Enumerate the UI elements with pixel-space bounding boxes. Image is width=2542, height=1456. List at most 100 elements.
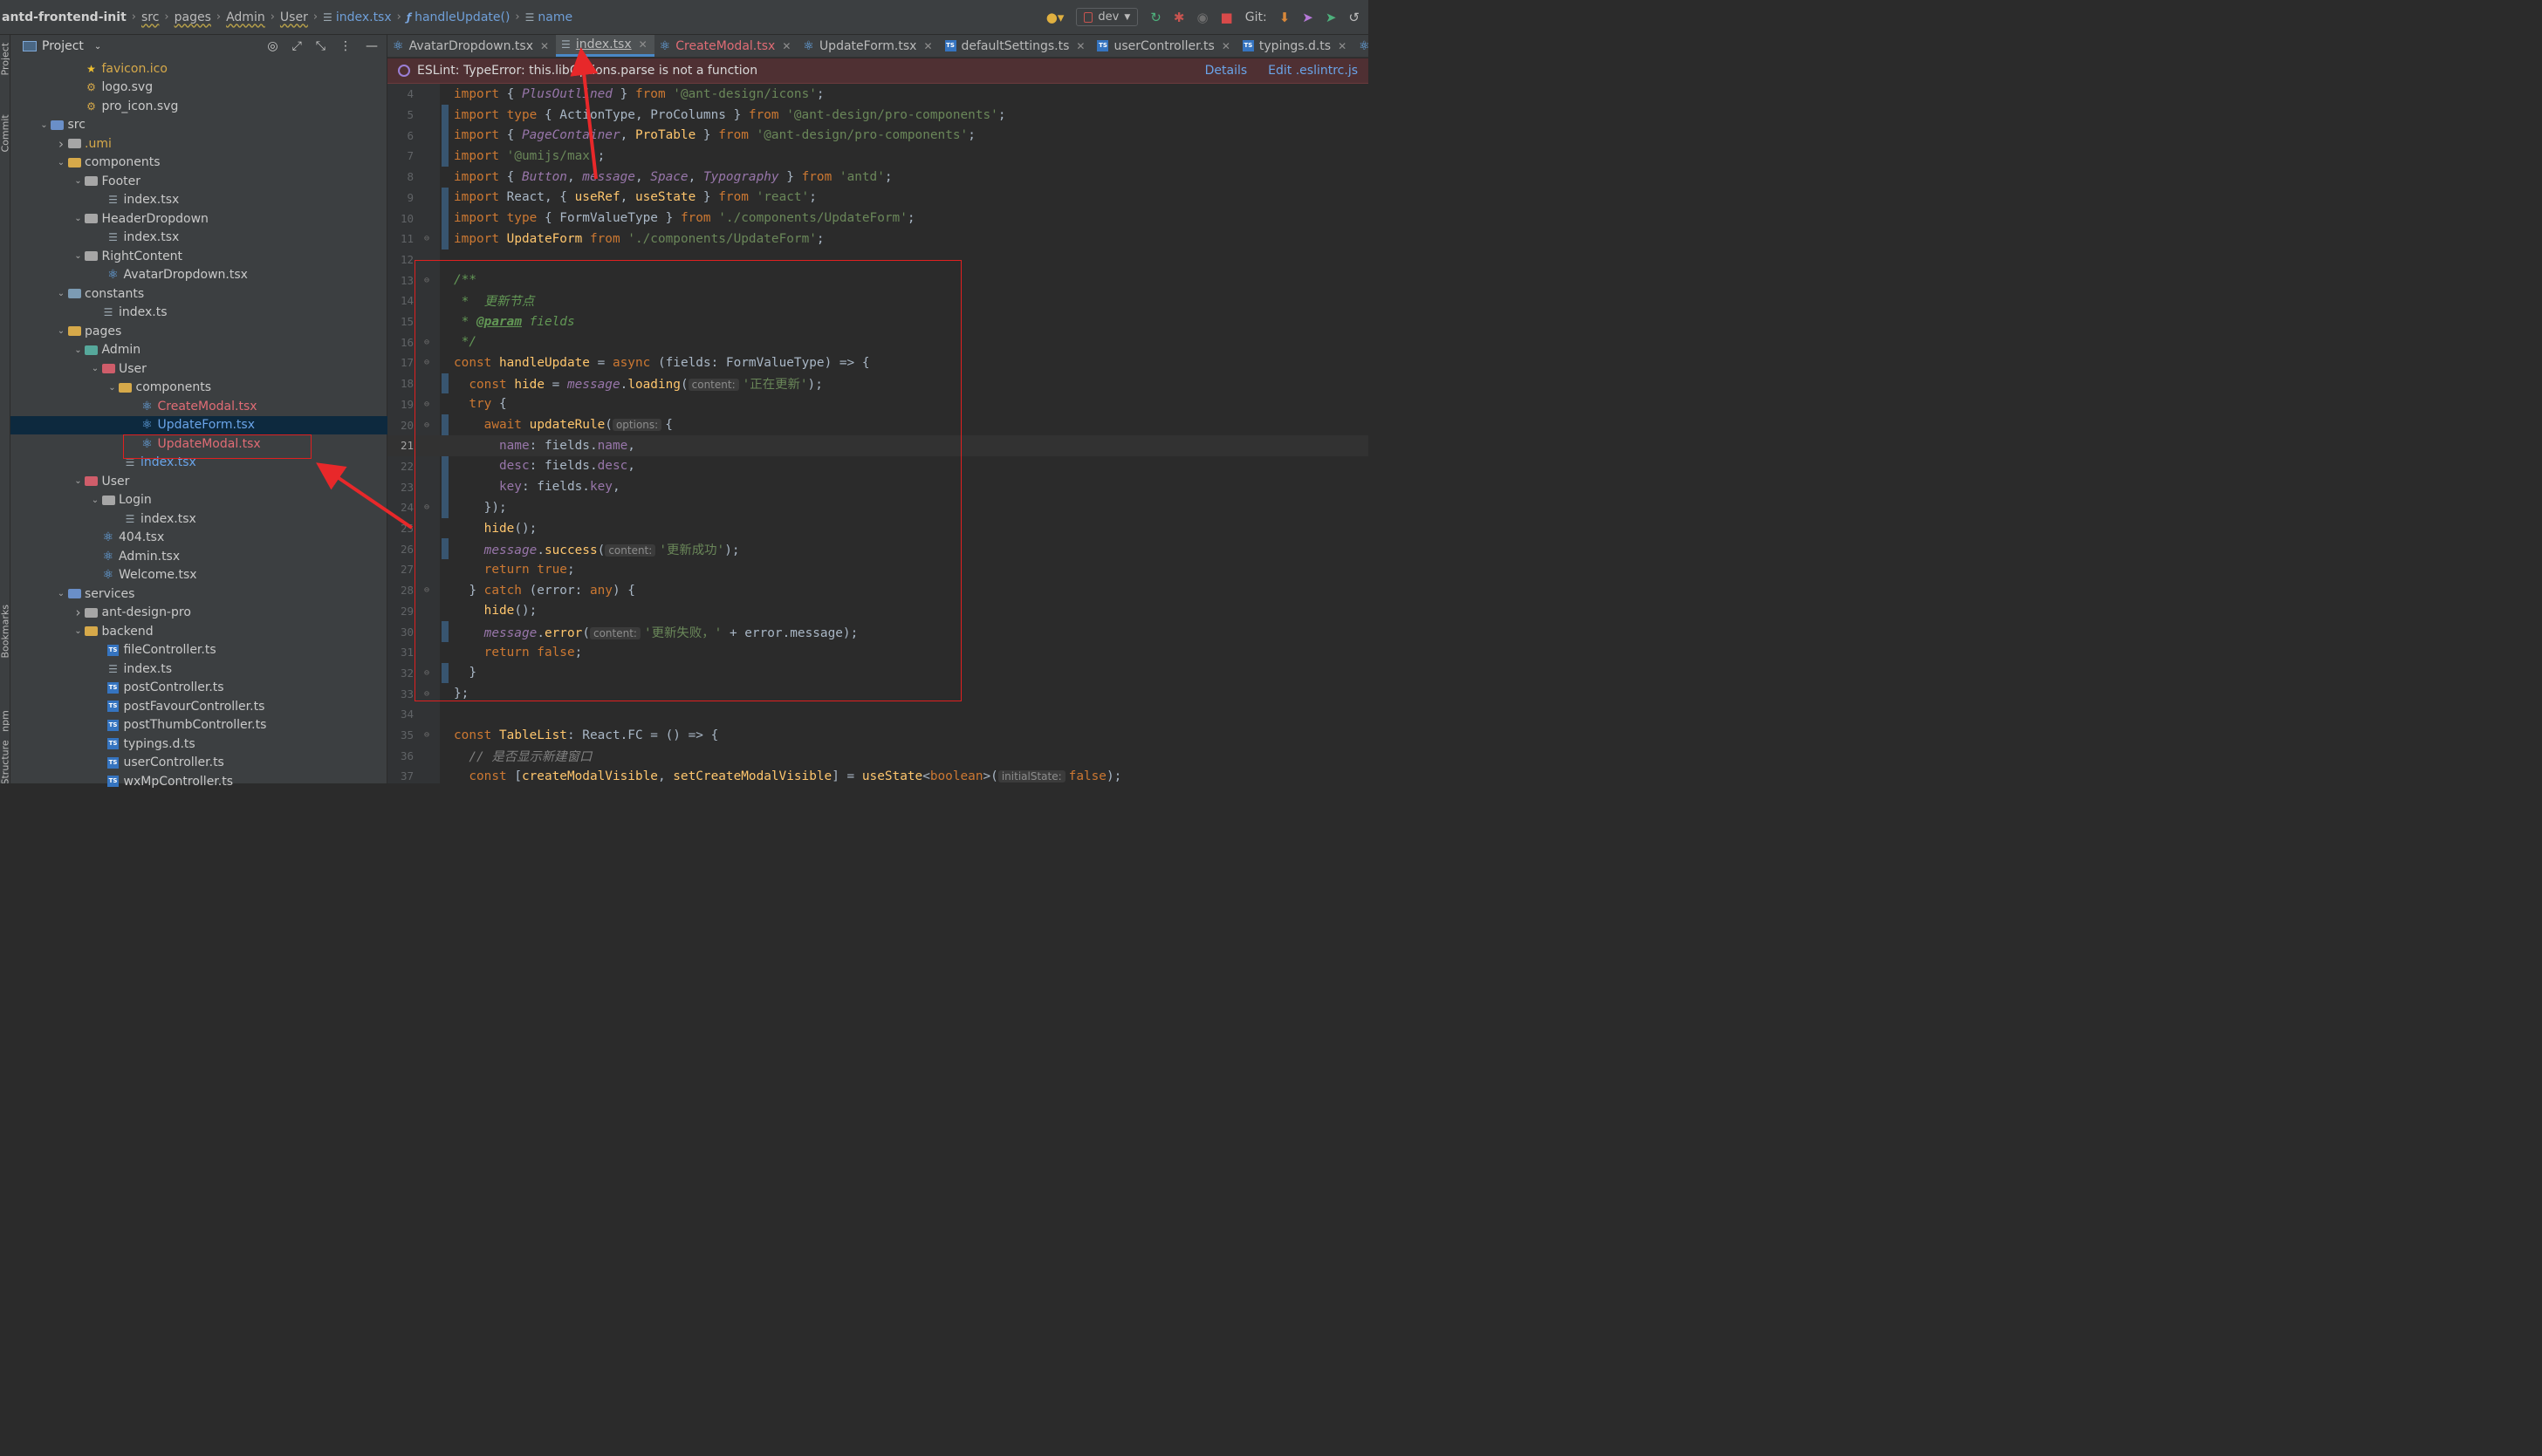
breadcrumb-item[interactable]: pages [175,10,211,24]
chevron-down-icon[interactable]: ⌄ [72,345,85,355]
chevron-right-icon[interactable]: › [72,605,85,620]
tree-item[interactable]: ⚛ AvatarDropdown.tsx [10,266,387,285]
tree-item[interactable]: › ant-design-pro [10,604,387,623]
chevron-right-icon[interactable]: › [55,136,67,152]
chevron-down-icon[interactable]: ⌄ [89,364,101,373]
code-line[interactable]: 5 import type { ActionType, ProColumns } … [387,105,1368,126]
git-push-icon[interactable]: ➤ [1326,10,1337,25]
tree-item[interactable]: ⌄ services [10,584,387,604]
editor-tab[interactable]: ☰ index.tsx ✕ [556,35,654,57]
tree-item[interactable]: TS postController.ts [10,679,387,698]
chevron-down-icon[interactable]: ⌄ [89,496,101,505]
code-line[interactable]: 10 import type { FormValueType } from './… [387,208,1368,229]
tree-item[interactable]: ⌄ User [10,472,387,491]
chevron-down-icon[interactable]: ⌄ [106,383,119,393]
tree-item[interactable]: ⌄ pages [10,322,387,341]
edit-eslintrc-link[interactable]: Edit .eslintrc.js [1268,64,1358,78]
run-configuration-select[interactable]: dev ▼ [1076,8,1139,26]
code-line[interactable]: 37 const [createModalVisible, setCreateM… [387,766,1368,787]
tree-item[interactable]: ⌄ Footer [10,172,387,191]
tree-item[interactable]: ⚙ logo.svg [10,79,387,98]
code-line[interactable]: 8 import { Button, message, Space, Typogr… [387,167,1368,188]
code-line[interactable]: 6 import { PageContainer, ProTable } from… [387,125,1368,146]
expand-icon[interactable]: ⤢ [292,39,302,53]
close-icon[interactable]: ✕ [782,40,791,52]
code-line[interactable]: 35 ⊖ const TableList: React.FC = () => { [387,725,1368,746]
git-update-icon[interactable]: ⬇ [1279,10,1291,25]
tree-item[interactable]: ⚛ 404.tsx [10,529,387,548]
locate-icon[interactable]: ◎ [267,39,277,53]
editor-tab[interactable]: TS typings.d.ts ✕ [1237,35,1353,57]
close-icon[interactable]: ✕ [923,40,932,52]
chevron-down-icon[interactable]: ⌄ [72,476,85,486]
tree-item[interactable]: ★ favicon.ico [10,59,387,79]
chevron-down-icon[interactable]: ⌄ [72,251,85,261]
tree-item[interactable]: ☰ index.tsx [10,229,387,248]
editor-tab[interactable]: ⚛UpdateMo [1353,35,1368,57]
code-line[interactable]: 9 import React, { useRef, useState } from… [387,188,1368,208]
collapse-icon[interactable]: ⤡ [316,39,325,53]
chevron-down-icon[interactable]: ⌄ [55,158,67,167]
rerun-icon[interactable]: ↻ [1150,10,1161,25]
tree-item[interactable]: TS fileController.ts [10,641,387,660]
tree-item[interactable]: ☰ index.ts [10,660,387,679]
chevron-down-icon[interactable]: ⌄ [72,214,85,223]
tree-item[interactable]: ⚛ Welcome.tsx [10,566,387,585]
strip-npm[interactable]: npm [0,706,10,737]
tree-item[interactable]: ⌄ src [10,116,387,135]
tree-item[interactable]: ⚛ CreateModal.tsx [10,397,387,416]
tree-item[interactable]: › .umi [10,134,387,154]
strip-structure[interactable]: Structure [0,740,10,783]
strip-commit[interactable]: Commit [0,114,10,152]
breadcrumb-item[interactable]: index.tsx [336,10,392,24]
history-icon[interactable]: ↺ [1348,10,1360,25]
close-icon[interactable]: ✕ [1338,40,1346,52]
chevron-down-icon[interactable]: ⌄ [55,589,67,598]
tree-item[interactable]: ☰ index.ts [10,304,387,323]
coverage-icon[interactable]: ◉ [1196,10,1208,25]
chevron-down-icon[interactable]: ⌄ [94,42,101,51]
options-icon[interactable]: ⋮ [339,39,352,53]
tree-item[interactable]: TS postThumbController.ts [10,716,387,735]
editor-tab[interactable]: ⚛ CreateModal.tsx ✕ [654,35,798,57]
stop-icon[interactable]: ■ [1221,10,1233,25]
tree-item[interactable]: ⌄ Admin [10,341,387,360]
breadcrumb-item[interactable]: User [280,10,308,24]
chevron-down-icon[interactable]: ⌄ [72,626,85,636]
tree-item[interactable]: ⌄ constants [10,284,387,304]
tree-item[interactable]: TS wxMpController.ts [10,772,387,791]
project-title[interactable]: Project [42,39,84,53]
tree-item[interactable]: ☰ index.tsx [10,191,387,210]
fold-icon[interactable]: ⊖ [414,234,440,243]
editor-tab[interactable]: ⚛ UpdateForm.tsx ✕ [798,35,939,57]
code-line[interactable]: 34 [387,704,1368,725]
fold-icon[interactable]: ⊖ [414,730,440,740]
chevron-down-icon[interactable]: ⌄ [55,289,67,298]
code-line[interactable]: 4 import { PlusOutlined } from '@ant-desi… [387,84,1368,105]
people-icon[interactable]: ●▾ [1046,10,1065,25]
close-icon[interactable]: ✕ [540,40,549,52]
tree-item[interactable]: ⚛ UpdateForm.tsx [10,415,387,434]
tree-item[interactable]: ⌄ backend [10,622,387,641]
close-icon[interactable]: ✕ [1222,40,1230,52]
git-commit-icon[interactable]: ➤ [1302,10,1313,25]
editor-tab[interactable]: TS defaultSettings.ts ✕ [940,35,1093,57]
tree-item[interactable]: ⌄ HeaderDropdown [10,209,387,229]
chevron-down-icon[interactable]: ⌄ [72,176,85,186]
hide-icon[interactable]: — [366,39,378,53]
breadcrumb-item[interactable]: src [141,10,159,24]
tree-item[interactable]: ⌄ components [10,379,387,398]
close-icon[interactable]: ✕ [639,38,647,51]
tree-item[interactable]: ⌄ RightContent [10,247,387,266]
chevron-down-icon[interactable]: ⌄ [38,120,51,130]
strip-project[interactable]: Project [0,43,10,76]
details-link[interactable]: Details [1205,64,1248,78]
strip-bookmarks[interactable]: Bookmarks [0,605,10,658]
tree-item[interactable]: ☰ index.tsx [10,509,387,529]
code-line[interactable]: 7 import '@umijs/max'; [387,146,1368,167]
tree-item[interactable]: ⚛ Admin.tsx [10,547,387,566]
tree-item[interactable]: TS typings.d.ts [10,735,387,754]
tree-item[interactable]: ⚙ pro_icon.svg [10,97,387,116]
tree-item[interactable]: ⌄ Login [10,491,387,510]
close-icon[interactable]: ✕ [1076,40,1085,52]
